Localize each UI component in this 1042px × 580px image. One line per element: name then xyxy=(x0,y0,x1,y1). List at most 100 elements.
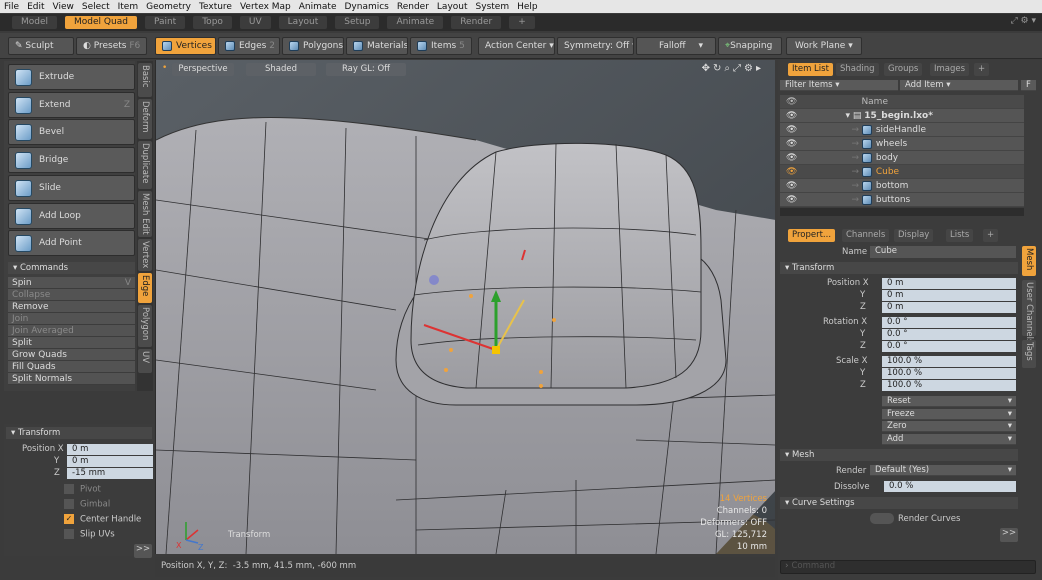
layout-tab-animate[interactable]: Animate xyxy=(387,16,444,29)
command-split[interactable]: Split xyxy=(8,337,135,349)
side-tab-tags[interactable]: Tags xyxy=(1022,340,1036,368)
viewport-menu-dot[interactable]: • xyxy=(162,63,167,73)
item-tab-groups[interactable]: Groups xyxy=(884,63,923,76)
sculpt-button[interactable]: ✎ Sculpt xyxy=(8,37,74,55)
menu-item[interactable]: Item xyxy=(118,2,139,12)
command-remove[interactable]: Remove xyxy=(8,301,135,313)
tool-add-point-button[interactable]: Add Point xyxy=(8,230,135,257)
command-join-averaged[interactable]: Join Averaged xyxy=(8,325,135,337)
transform-reset-dropdown[interactable]: Reset ▾ xyxy=(882,396,1016,407)
add-item-dropdown[interactable]: Add Item ▾ xyxy=(900,80,1018,91)
properties-tab-lists[interactable]: Lists xyxy=(946,229,974,242)
tool-slide-button[interactable]: Slide xyxy=(8,174,135,201)
transform-zero-dropdown[interactable]: Zero ▾ xyxy=(882,421,1016,432)
item-row-body[interactable]: 👁 → body xyxy=(780,151,1024,165)
viewport-scene[interactable]: XZ xyxy=(156,60,775,554)
work-plane-dropdown[interactable]: Work Plane ▾ xyxy=(786,37,862,55)
rot-y-field[interactable]: 0.0 ° xyxy=(882,329,1016,340)
command-spin[interactable]: Spin V xyxy=(8,277,135,289)
command-split-normals[interactable]: Split Normals xyxy=(8,373,135,385)
properties-tab-channels[interactable]: Channels xyxy=(842,229,890,242)
item-row-sidehandle[interactable]: 👁 → sideHandle xyxy=(780,123,1024,137)
item-tab-item-list[interactable]: Item List xyxy=(788,63,833,76)
transform-section-header[interactable]: ▾ Transform xyxy=(780,262,1018,274)
menu-render[interactable]: Render xyxy=(397,2,429,12)
properties-tab-propert-[interactable]: Propert... xyxy=(788,229,836,242)
item-row-wheels[interactable]: 👁 → wheels xyxy=(780,137,1024,151)
tool-extend-button[interactable]: Extend Z xyxy=(8,91,135,118)
vtab-mesh-edit[interactable]: Mesh Edit xyxy=(138,191,152,237)
layout-tab-topo[interactable]: Topo xyxy=(193,16,232,29)
falloff-dropdown[interactable]: Falloff ▾ xyxy=(636,37,716,55)
menu-file[interactable]: File xyxy=(4,2,19,12)
shading-dropdown[interactable]: Shaded xyxy=(246,63,316,76)
3d-viewport[interactable]: XZ • Perspective Shaded Ray GL: Off ✥↻⌕⤢… xyxy=(155,60,775,554)
properties-tab--[interactable]: + xyxy=(983,229,999,242)
item-row-bottom[interactable]: 👁 → bottom xyxy=(780,179,1024,193)
transform-header[interactable]: ▾ Transform xyxy=(6,427,152,439)
menu-help[interactable]: Help xyxy=(517,2,538,12)
edges-mode-button[interactable]: Edges 2 xyxy=(218,37,280,55)
menu-texture[interactable]: Texture xyxy=(199,2,232,12)
more-button[interactable]: >> xyxy=(134,544,152,558)
materials-mode-button[interactable]: Materials xyxy=(346,37,408,55)
command-grow-quads[interactable]: Grow Quads xyxy=(8,349,135,361)
filter-toggle-button[interactable]: F xyxy=(1021,80,1036,91)
layout-tab--[interactable]: + xyxy=(509,16,535,29)
viewport-nav-icons[interactable]: ✥↻⌕⤢⚙▸ xyxy=(702,63,764,74)
render-dropdown[interactable]: Default (Yes) ▾ xyxy=(870,465,1016,476)
layout-tab-model-quad[interactable]: Model Quad xyxy=(65,16,137,29)
center-handle-checkbox[interactable]: ✓ Center Handle xyxy=(64,514,141,525)
view-type-dropdown[interactable]: Perspective xyxy=(172,63,234,76)
menu-geometry[interactable]: Geometry xyxy=(146,2,191,12)
menu-vertex-map[interactable]: Vertex Map xyxy=(240,2,291,12)
tool-bevel-button[interactable]: Bevel xyxy=(8,119,135,146)
action-center-dropdown[interactable]: Action Center ▾ xyxy=(478,37,555,55)
menu-view[interactable]: View xyxy=(53,2,74,12)
rot-z-field[interactable]: 0.0 ° xyxy=(882,341,1016,352)
vtab-deform[interactable]: Deform xyxy=(138,99,152,139)
properties-tab-display[interactable]: Display xyxy=(894,229,934,242)
commands-header[interactable]: ▾ Commands xyxy=(8,262,135,274)
side-tab-user-channels[interactable]: User Channels xyxy=(1022,280,1036,343)
command-fill-quads[interactable]: Fill Quads xyxy=(8,361,135,373)
tool-bridge-button[interactable]: Bridge xyxy=(8,147,135,174)
tool-add-loop-button[interactable]: Add Loop xyxy=(8,202,135,229)
layout-tab-model[interactable]: Model xyxy=(12,16,58,29)
layout-tab-render[interactable]: Render xyxy=(451,16,502,29)
layout-tab-paint[interactable]: Paint xyxy=(144,16,186,29)
layout-tab-layout[interactable]: Layout xyxy=(278,16,328,29)
rot-x-field[interactable]: 0.0 ° xyxy=(882,317,1016,328)
position-x-field[interactable]: 0 m xyxy=(67,444,153,455)
polygons-mode-button[interactable]: Polygons xyxy=(282,37,344,55)
menu-system[interactable]: System xyxy=(476,2,510,12)
command-collapse[interactable]: Collapse xyxy=(8,289,135,301)
menu-dynamics[interactable]: Dynamics xyxy=(344,2,388,12)
vtab-basic[interactable]: Basic xyxy=(138,63,152,97)
transform-freeze-dropdown[interactable]: Freeze ▾ xyxy=(882,408,1016,420)
render-curves-toggle[interactable]: Render Curves xyxy=(870,513,960,524)
window-controls[interactable]: ⤢ ⚙ ▾ xyxy=(1010,16,1036,26)
menu-layout[interactable]: Layout xyxy=(437,2,468,12)
transform-add-dropdown[interactable]: Add ▾ xyxy=(882,433,1016,445)
name-field[interactable]: Cube xyxy=(870,246,1016,258)
snapping-button[interactable]: ⌖Snapping xyxy=(718,37,782,55)
scale-y-field[interactable]: 100.0 % xyxy=(882,368,1016,379)
filter-items-dropdown[interactable]: Filter Items ▾ xyxy=(780,80,898,91)
mesh-section-header[interactable]: ▾ Mesh xyxy=(780,449,1018,461)
items-mode-button[interactable]: Items 5 xyxy=(410,37,472,55)
position-z-field[interactable]: -15 mm xyxy=(67,468,153,479)
item-tab-shading[interactable]: Shading xyxy=(836,63,879,76)
menu-select[interactable]: Select xyxy=(82,2,110,12)
item-row-buttons[interactable]: 👁 → buttons xyxy=(780,193,1024,207)
vtab-uv[interactable]: UV xyxy=(138,349,152,373)
dissolve-field[interactable]: 0.0 % xyxy=(884,481,1016,492)
symmetry-dropdown[interactable]: Symmetry: Off ▾ xyxy=(557,37,634,55)
pos-z-field[interactable]: 0 m xyxy=(882,302,1016,313)
pos-y-field[interactable]: 0 m xyxy=(882,290,1016,301)
gimbal-checkbox[interactable]: Gimbal xyxy=(64,499,110,510)
tool-extrude-button[interactable]: Extrude xyxy=(8,64,135,90)
scene-row[interactable]: 👁 ▾ ▤ 15_begin.lxo* xyxy=(780,109,1024,123)
vtab-vertex[interactable]: Vertex xyxy=(138,239,152,271)
item-tab-images[interactable]: Images xyxy=(930,63,970,76)
